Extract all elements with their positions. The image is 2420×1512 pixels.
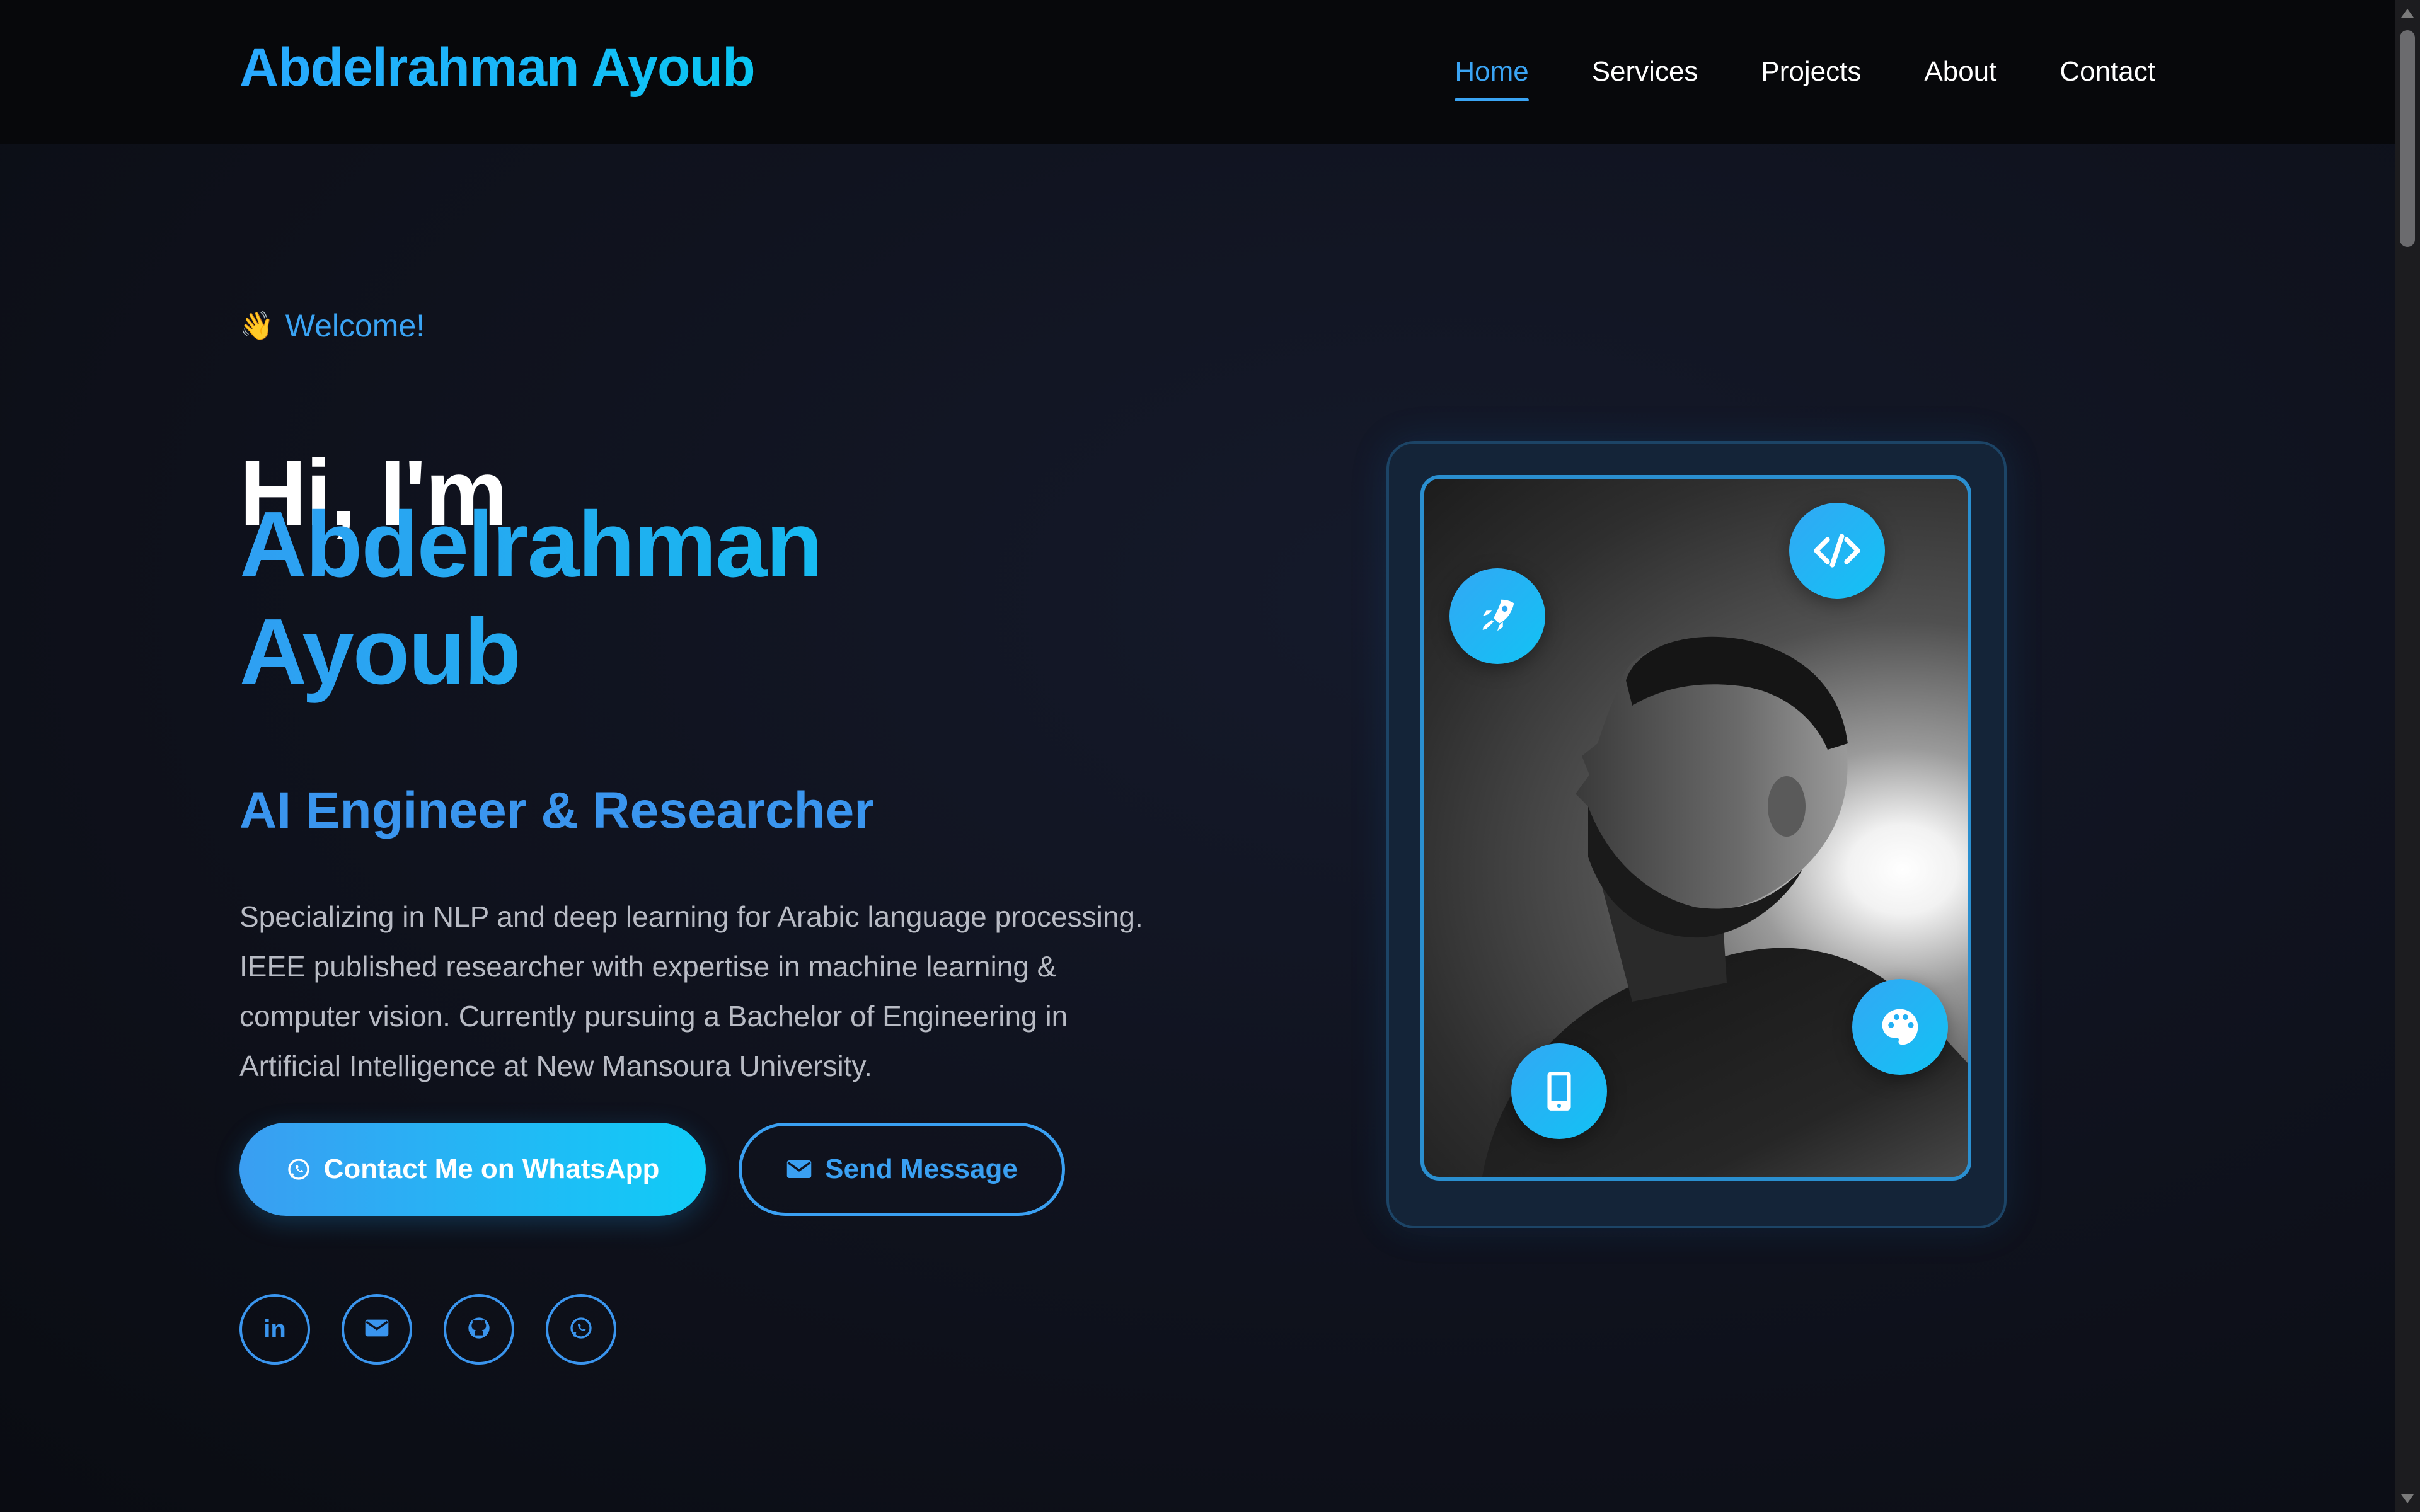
profile-photo	[1420, 475, 1971, 1181]
nav-home[interactable]: Home	[1455, 56, 1530, 101]
top-navbar: Abdelrahman Ayoub Home Services Projects…	[0, 0, 2395, 144]
brand-logo[interactable]: Abdelrahman Ayoub	[239, 37, 756, 99]
hero-role: AI Engineer & Researcher	[239, 782, 875, 840]
envelope-icon	[364, 1318, 389, 1341]
linkedin-link[interactable]: in	[239, 1294, 310, 1365]
palette-icon	[1852, 979, 1948, 1075]
whatsapp-icon	[286, 1157, 311, 1182]
github-link[interactable]	[444, 1294, 514, 1365]
hero-name-last: Ayoub	[239, 600, 520, 704]
hero-name-first: Abdelrahman	[239, 493, 822, 597]
nav-about[interactable]: About	[1924, 56, 1997, 88]
rocket-icon	[1449, 568, 1545, 664]
welcome-text: Welcome!	[285, 308, 425, 343]
send-message-button[interactable]: Send Message	[739, 1123, 1065, 1216]
nav-links: Home Services Projects About Contact	[1392, 0, 2155, 144]
welcome-tagline: 👋 Welcome!	[239, 307, 425, 344]
scroll-thumb[interactable]	[2400, 30, 2415, 247]
envelope-icon	[786, 1159, 812, 1180]
whatsapp-contact-button[interactable]: Contact Me on WhatsApp	[239, 1123, 706, 1216]
scroll-up-arrow-icon[interactable]	[2401, 9, 2414, 18]
scroll-down-arrow-icon[interactable]	[2401, 1494, 2414, 1503]
email-link[interactable]	[342, 1294, 412, 1365]
mobile-icon	[1511, 1043, 1607, 1139]
nav-projects[interactable]: Projects	[1761, 56, 1861, 88]
page-scrollbar[interactable]	[2395, 0, 2420, 1512]
whatsapp-icon	[568, 1315, 594, 1344]
hero-name: Abdelrahman Ayoub	[239, 491, 996, 706]
github-icon	[466, 1315, 492, 1344]
send-message-label: Send Message	[825, 1154, 1018, 1184]
waving-hand-icon: 👋	[239, 311, 274, 341]
whatsapp-button-label: Contact Me on WhatsApp	[323, 1154, 660, 1184]
nav-services[interactable]: Services	[1592, 56, 1698, 88]
nav-contact[interactable]: Contact	[2060, 56, 2155, 88]
code-icon	[1789, 503, 1885, 598]
whatsapp-link[interactable]	[546, 1294, 616, 1365]
hero-description: Specializing in NLP and deep learning fo…	[239, 900, 1143, 1082]
linkedin-icon: in	[263, 1315, 286, 1343]
